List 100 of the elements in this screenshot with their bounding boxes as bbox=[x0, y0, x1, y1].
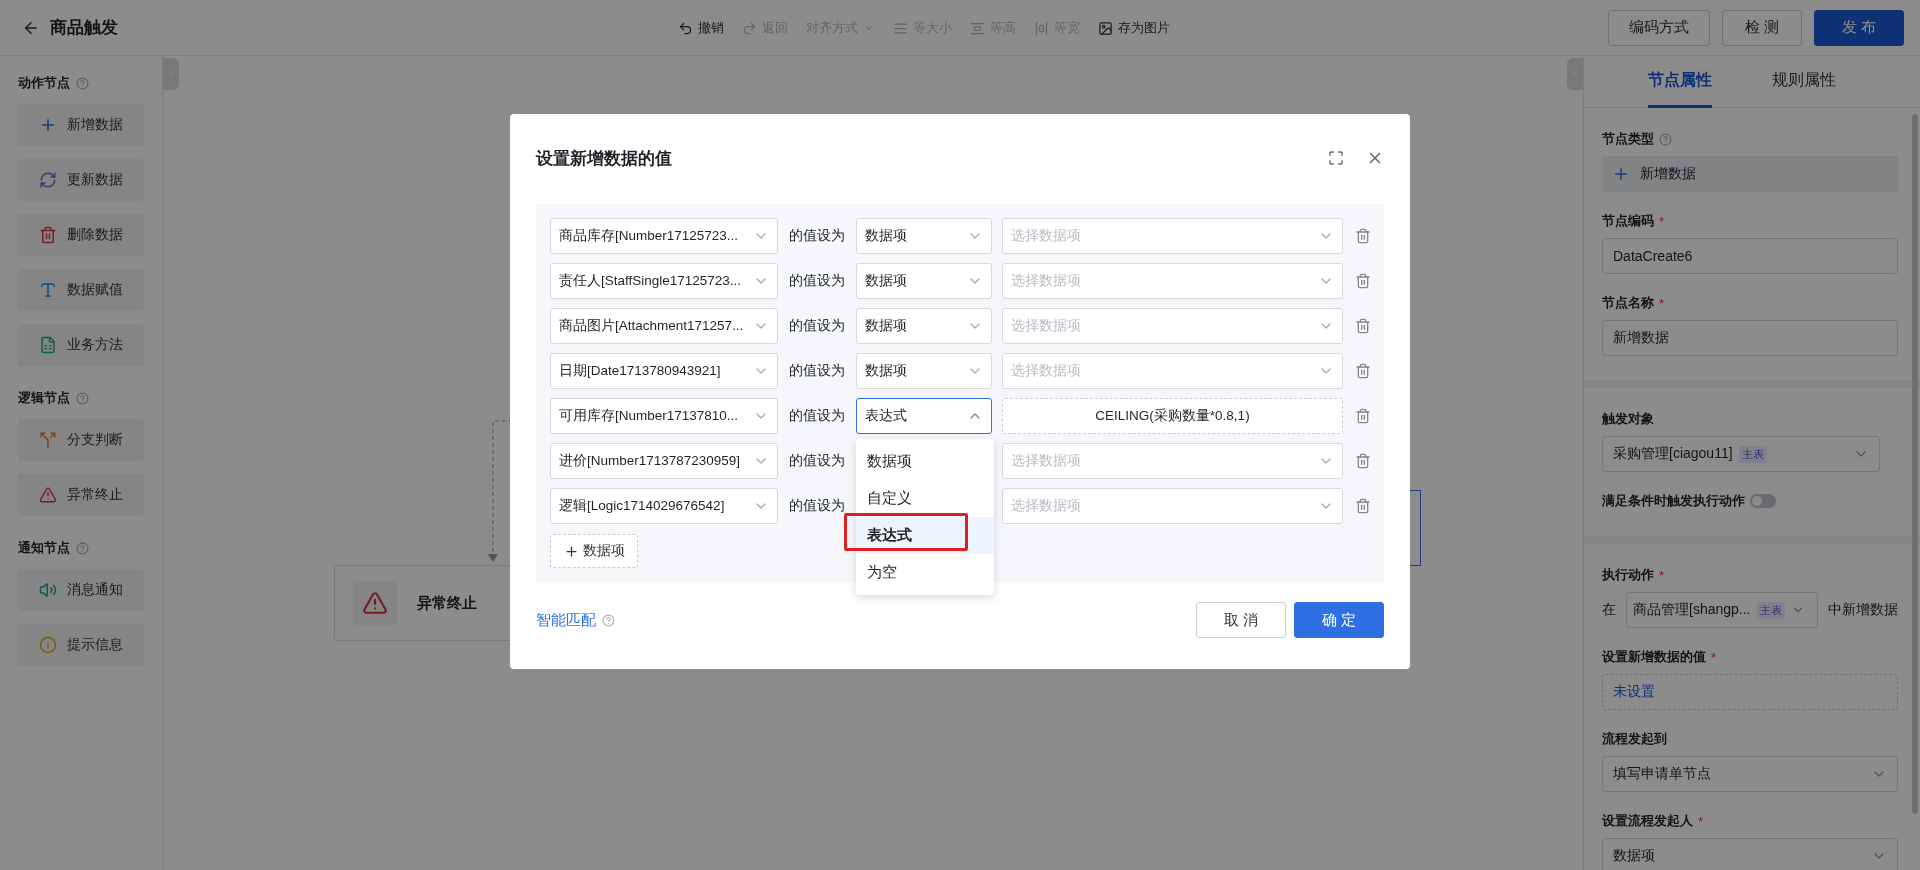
node-palette-item[interactable]: 业务方法 bbox=[18, 324, 144, 366]
delete-button[interactable] bbox=[1355, 273, 1371, 289]
plus-icon bbox=[1612, 165, 1630, 183]
node-type-text: 新增数据 bbox=[1640, 165, 1696, 183]
delete-button[interactable] bbox=[1355, 408, 1371, 424]
branch-icon bbox=[39, 431, 57, 449]
field-label: 设置流程发起人 bbox=[1602, 812, 1693, 830]
node-palette-item[interactable]: 提示信息 bbox=[18, 624, 144, 666]
field-select[interactable]: 责任人[StaffSingle17125723... bbox=[550, 263, 778, 299]
node-palette-item[interactable]: 新增数据 bbox=[18, 104, 144, 146]
select-field[interactable]: 商品管理[shangp... 主表 bbox=[1626, 592, 1818, 628]
node-palette-item[interactable]: 更新数据 bbox=[18, 159, 144, 201]
node-palette-item[interactable]: 消息通知 bbox=[18, 569, 144, 611]
field-select[interactable]: 商品库存[Number17125723... bbox=[550, 218, 778, 254]
dialog-button[interactable]: 取 消 bbox=[1196, 602, 1286, 638]
node-palette-item[interactable]: 异常终止 bbox=[18, 474, 144, 516]
field-select[interactable]: 进价[Number1713787230959] bbox=[550, 443, 778, 479]
mode-select[interactable]: 数据项 bbox=[856, 263, 992, 299]
node-palette-item[interactable]: 数据赋值 bbox=[18, 269, 144, 311]
help-icon bbox=[76, 541, 89, 555]
mode-select[interactable]: 数据项 bbox=[856, 218, 992, 254]
field-label: 节点类型 bbox=[1602, 130, 1654, 148]
required-mark: * bbox=[1659, 295, 1665, 311]
field-label: 节点名称 bbox=[1602, 294, 1654, 312]
required-mark: * bbox=[1698, 813, 1704, 829]
relation-text: 的值设为 bbox=[788, 497, 846, 515]
dropdown-option[interactable]: 表达式 bbox=[856, 517, 994, 554]
help-icon bbox=[602, 613, 615, 627]
node-palette-item[interactable]: 删除数据 bbox=[18, 214, 144, 256]
width-icon bbox=[1034, 20, 1049, 36]
help-icon bbox=[76, 391, 89, 405]
node-palette-item[interactable]: 分支判断 bbox=[18, 419, 144, 461]
delete-button[interactable] bbox=[1355, 318, 1371, 334]
input-field[interactable]: 新增数据 bbox=[1602, 320, 1898, 356]
prefix-text: 在 bbox=[1602, 601, 1616, 619]
image-icon bbox=[1098, 20, 1113, 36]
tag: 主表 bbox=[1756, 601, 1785, 619]
height-icon bbox=[970, 20, 985, 36]
field-select[interactable]: 逻辑[Logic1714029676542] bbox=[550, 488, 778, 524]
input-field[interactable]: DataCreate6 bbox=[1602, 238, 1898, 274]
select-field[interactable]: 填写申请单节点 bbox=[1602, 756, 1898, 792]
refresh-icon bbox=[39, 171, 57, 189]
plus-icon bbox=[39, 116, 57, 134]
undo-icon bbox=[678, 20, 693, 36]
field-label: 节点编码 bbox=[1602, 212, 1654, 230]
dropdown-option[interactable]: 数据项 bbox=[856, 443, 994, 480]
smart-match-link[interactable]: 智能匹配 bbox=[536, 610, 596, 630]
delete-button[interactable] bbox=[1355, 363, 1371, 379]
field-label: 触发对象 bbox=[1602, 410, 1654, 428]
dialog-title: 设置新增数据的值 bbox=[536, 147, 672, 170]
field-select[interactable]: 可用库存[Number17137810... bbox=[550, 398, 778, 434]
add-item-button[interactable]: 数据项 bbox=[550, 534, 638, 568]
text-icon bbox=[39, 281, 57, 299]
panel-tab[interactable]: 节点属性 bbox=[1648, 56, 1712, 108]
relation-text: 的值设为 bbox=[788, 317, 846, 335]
tag: 主表 bbox=[1738, 445, 1767, 463]
delete-button[interactable] bbox=[1355, 453, 1371, 469]
dialog-button[interactable]: 确 定 bbox=[1294, 602, 1384, 638]
toolbar-button[interactable]: 撤销 bbox=[678, 19, 724, 37]
relation-text: 的值设为 bbox=[788, 407, 846, 425]
warning-icon bbox=[362, 590, 388, 616]
node-title: 异常终止 bbox=[417, 593, 477, 613]
field-label: 设置新增数据的值 bbox=[1602, 648, 1706, 666]
maximize-button[interactable] bbox=[1328, 150, 1344, 166]
header-button[interactable]: 编码方式 bbox=[1608, 9, 1710, 46]
expression-field[interactable]: CEILING(采购数量*0.8,1) bbox=[1002, 398, 1343, 434]
trash-icon bbox=[39, 226, 57, 244]
relation-text: 的值设为 bbox=[788, 227, 846, 245]
mode-select[interactable]: 数据项 bbox=[856, 308, 992, 344]
lines-icon bbox=[893, 20, 908, 36]
delete-button[interactable] bbox=[1355, 228, 1371, 244]
scrollbar[interactable] bbox=[1912, 114, 1918, 814]
help-icon bbox=[76, 76, 89, 90]
group-title: 通知节点 bbox=[18, 539, 70, 557]
select-field[interactable]: 数据项 bbox=[1602, 838, 1898, 870]
field-label: 满足条件时触发执行动作 bbox=[1602, 492, 1745, 510]
field-label: 流程发起到 bbox=[1602, 730, 1667, 748]
relation-text: 的值设为 bbox=[788, 452, 846, 470]
mode-select[interactable]: 数据项 bbox=[856, 353, 992, 389]
required-mark: * bbox=[1711, 649, 1717, 665]
field-select[interactable]: 商品图片[Attachment171257... bbox=[550, 308, 778, 344]
toggle-switch[interactable] bbox=[1750, 494, 1776, 508]
page-title: 商品触发 bbox=[50, 17, 118, 39]
relation-text: 的值设为 bbox=[788, 362, 846, 380]
select-field[interactable]: 采购管理[ciagou11] 主表 bbox=[1602, 436, 1880, 472]
panel-tab[interactable]: 规则属性 bbox=[1772, 56, 1836, 108]
dropdown-option[interactable]: 自定义 bbox=[856, 480, 994, 517]
required-mark: * bbox=[1659, 213, 1665, 229]
suffix-text: 中新增数据 bbox=[1828, 601, 1898, 619]
relation-text: 的值设为 bbox=[788, 272, 846, 290]
field-select[interactable]: 日期[Date1713780943921] bbox=[550, 353, 778, 389]
redo-icon bbox=[742, 20, 757, 36]
header-button[interactable]: 发 布 bbox=[1814, 9, 1904, 46]
info-icon bbox=[39, 636, 57, 654]
toolbar-button[interactable]: 存为图片 bbox=[1098, 19, 1170, 37]
set-values-link[interactable]: 未设置 bbox=[1602, 674, 1898, 710]
header-button[interactable]: 检 测 bbox=[1722, 9, 1802, 46]
delete-button[interactable] bbox=[1355, 498, 1371, 514]
dropdown-option[interactable]: 为空 bbox=[856, 554, 994, 591]
sheet-icon bbox=[39, 336, 57, 354]
